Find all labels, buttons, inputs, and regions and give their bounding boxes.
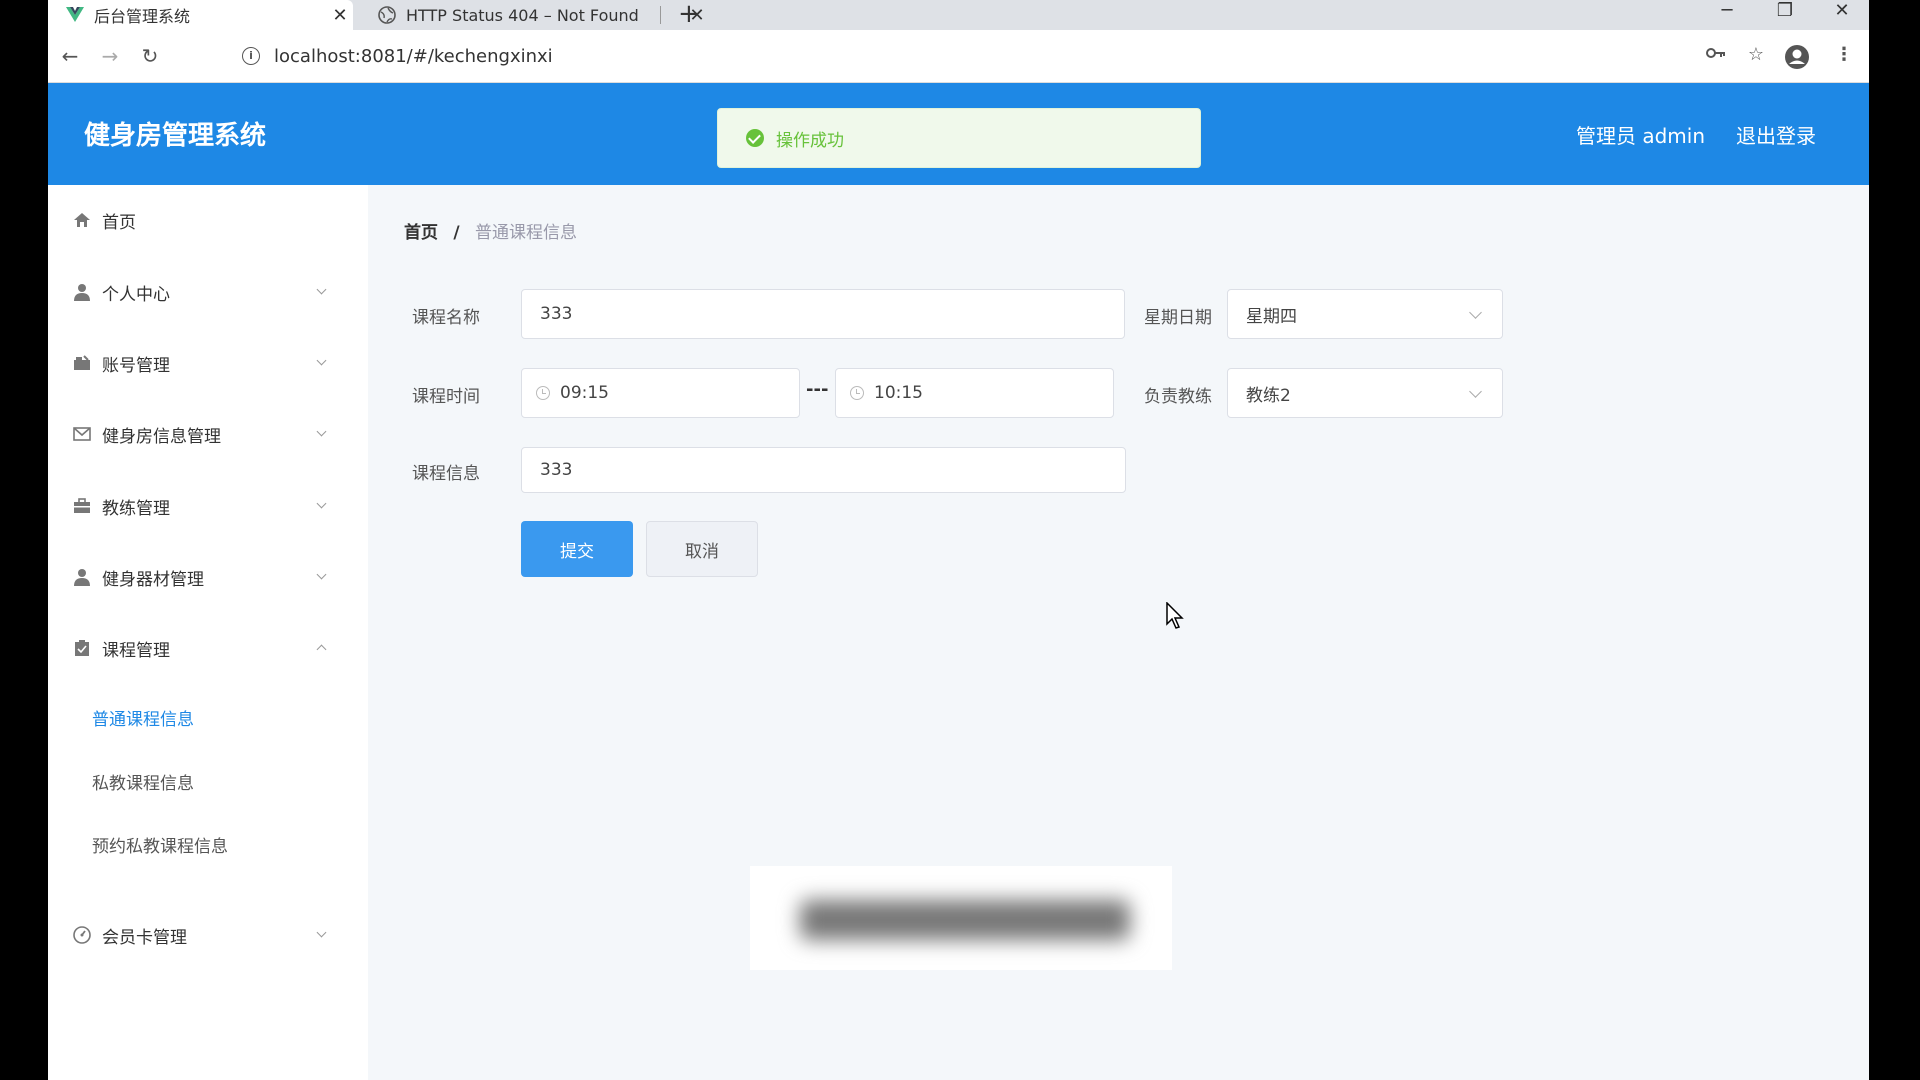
check-circle-icon bbox=[746, 129, 764, 147]
reload-icon[interactable]: ↻ bbox=[136, 42, 164, 70]
course-name-value: 333 bbox=[540, 304, 573, 324]
key-icon[interactable] bbox=[1704, 44, 1728, 68]
chevron-down-icon bbox=[1469, 385, 1482, 398]
browser-window: 后台管理系统 ✕ HTTP Status 404 – Not Found ✕ +… bbox=[48, 0, 1869, 1080]
coach-label: 负责教练 bbox=[1144, 387, 1212, 407]
chevron-down-icon bbox=[316, 929, 328, 941]
blurred-text bbox=[800, 900, 1130, 940]
sidebar-item-coaches[interactable]: 教练管理 bbox=[48, 483, 368, 529]
course-info-input[interactable]: 333 bbox=[521, 447, 1126, 493]
account-icon[interactable] bbox=[1784, 44, 1809, 69]
sidebar-item-gym-info[interactable]: 健身房信息管理 bbox=[48, 411, 368, 457]
close-icon[interactable]: ✕ bbox=[327, 5, 353, 26]
gauge-icon bbox=[72, 925, 92, 945]
sidebar-item-label: 健身房信息管理 bbox=[102, 426, 221, 447]
sidebar-item-label: 个人中心 bbox=[102, 284, 170, 305]
browser-tab[interactable]: HTTP Status 404 – Not Found ✕ bbox=[360, 0, 710, 30]
clock-icon bbox=[536, 386, 550, 400]
submit-button[interactable]: 提交 bbox=[521, 521, 633, 577]
chevron-down-icon bbox=[316, 357, 328, 369]
tab-title: HTTP Status 404 – Not Found bbox=[406, 5, 639, 25]
weekday-select[interactable]: 星期四 bbox=[1227, 289, 1503, 339]
sidebar-item-label: 课程管理 bbox=[102, 640, 170, 661]
tab-bar: 后台管理系统 ✕ HTTP Status 404 – Not Found ✕ +… bbox=[48, 0, 1869, 30]
browser-tab-active[interactable]: 后台管理系统 ✕ bbox=[48, 0, 353, 30]
sidebar-item-label: 首页 bbox=[102, 212, 136, 233]
cancel-button[interactable]: 取消 bbox=[646, 521, 758, 577]
weekday-label: 星期日期 bbox=[1144, 308, 1212, 328]
breadcrumb-current: 普通课程信息 bbox=[475, 223, 578, 243]
time-end-input[interactable]: 10:15 bbox=[835, 368, 1114, 418]
sidebar-item-membership-cards[interactable]: 会员卡管理 bbox=[48, 912, 368, 958]
course-time-label: 课程时间 bbox=[412, 387, 480, 407]
sidebar-item-accounts[interactable]: 账号管理 bbox=[48, 340, 368, 386]
sidebar-item-label: 会员卡管理 bbox=[102, 927, 187, 948]
tab-divider bbox=[660, 6, 661, 24]
sidebar-item-label: 健身器材管理 bbox=[102, 569, 204, 590]
chevron-down-icon bbox=[316, 428, 328, 440]
sidebar-item-personal[interactable]: 个人中心 bbox=[48, 269, 368, 315]
coach-value: 教练2 bbox=[1246, 385, 1291, 406]
app-title: 健身房管理系统 bbox=[84, 121, 267, 151]
course-name-input[interactable]: 333 bbox=[521, 289, 1125, 339]
sidebar: 首页 个人中心 账号管理 健身房信息管理 教练管理 健身器材管理 课程管理 普通… bbox=[48, 185, 368, 1080]
briefcase-icon bbox=[72, 496, 92, 516]
breadcrumb-separator: / bbox=[453, 223, 460, 243]
back-icon[interactable]: ← bbox=[56, 42, 84, 70]
sidebar-subitem-booked-private-courses[interactable]: 预约私教课程信息 bbox=[92, 832, 228, 857]
chevron-down-icon bbox=[316, 286, 328, 298]
breadcrumb-home[interactable]: 首页 bbox=[404, 223, 438, 243]
tab-title: 后台管理系统 bbox=[94, 7, 191, 26]
restore-icon[interactable]: ❐ bbox=[1756, 0, 1814, 30]
success-toast: 操作成功 bbox=[717, 108, 1201, 168]
url-text: localhost:8081/#/kechengxinxi bbox=[274, 45, 553, 67]
sidebar-item-label: 账号管理 bbox=[102, 355, 170, 376]
chevron-down-icon bbox=[1469, 306, 1482, 319]
user-icon bbox=[72, 282, 92, 302]
mail-icon bbox=[72, 424, 92, 444]
course-info-value: 333 bbox=[540, 460, 573, 480]
vue-icon bbox=[66, 6, 84, 24]
sidebar-item-home[interactable]: 首页 bbox=[48, 197, 368, 243]
coach-select[interactable]: 教练2 bbox=[1227, 368, 1503, 418]
sidebar-item-equipment[interactable]: 健身器材管理 bbox=[48, 554, 368, 600]
sidebar-subitem-regular-courses[interactable]: 普通课程信息 bbox=[92, 705, 194, 730]
mouse-cursor-icon bbox=[1166, 601, 1184, 634]
menu-icon[interactable]: ⋮ bbox=[1832, 44, 1856, 68]
time-range-separator: --- bbox=[806, 379, 829, 400]
globe-icon bbox=[378, 6, 396, 24]
new-tab-icon[interactable]: + bbox=[678, 0, 700, 30]
sidebar-subitem-private-courses[interactable]: 私教课程信息 bbox=[92, 769, 194, 794]
logout-link[interactable]: 退出登录 bbox=[1736, 120, 1816, 149]
chevron-down-icon bbox=[316, 500, 328, 512]
folder-icon bbox=[72, 353, 92, 373]
home-icon bbox=[72, 210, 92, 230]
time-end-value: 10:15 bbox=[874, 383, 923, 403]
course-name-label: 课程名称 bbox=[412, 308, 480, 328]
url-field[interactable]: i localhost:8081/#/kechengxinxi bbox=[182, 38, 1742, 74]
time-start-input[interactable]: 09:15 bbox=[521, 368, 800, 418]
forward-icon[interactable]: → bbox=[96, 42, 124, 70]
toast-message: 操作成功 bbox=[776, 130, 844, 151]
breadcrumb: 首页 / 普通课程信息 bbox=[404, 218, 577, 243]
user-icon bbox=[72, 567, 92, 587]
window-close-icon[interactable]: ✕ bbox=[1813, 0, 1869, 30]
course-info-label: 课程信息 bbox=[412, 464, 480, 484]
weekday-value: 星期四 bbox=[1246, 306, 1297, 327]
blurred-watermark bbox=[750, 866, 1172, 970]
admin-label: 管理员 admin bbox=[1576, 124, 1706, 148]
star-icon[interactable]: ☆ bbox=[1744, 44, 1768, 68]
chevron-up-icon bbox=[316, 642, 328, 654]
minimize-icon[interactable]: ─ bbox=[1698, 0, 1756, 30]
clock-icon bbox=[850, 386, 864, 400]
sidebar-item-courses[interactable]: 课程管理 bbox=[48, 625, 368, 671]
chevron-down-icon bbox=[316, 571, 328, 583]
info-icon[interactable]: i bbox=[242, 47, 260, 65]
time-start-value: 09:15 bbox=[560, 383, 609, 403]
clipboard-icon bbox=[72, 638, 92, 658]
sidebar-item-label: 教练管理 bbox=[102, 498, 170, 519]
address-bar: ← → ↻ i localhost:8081/#/kechengxinxi ☆ … bbox=[48, 30, 1869, 83]
